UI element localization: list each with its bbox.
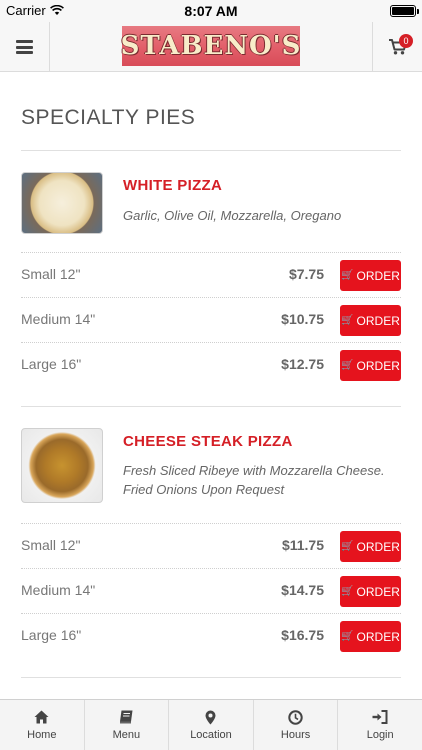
order-label: ORDER (356, 584, 400, 599)
size-price: $10.75 (281, 311, 324, 327)
size-label: Medium 14" (21, 311, 96, 327)
order-button[interactable]: 🛒 ORDER (340, 531, 401, 562)
order-label: ORDER (356, 539, 400, 554)
menu-button[interactable] (0, 22, 50, 72)
status-time: 8:07 AM (184, 3, 238, 19)
item-name: WHITE PIZZA (123, 177, 223, 194)
logo-text: STABENO'S (120, 31, 302, 61)
size-label: Small 12" (21, 537, 81, 553)
cart-icon: 🛒 (341, 360, 354, 371)
item-description: Fresh Sliced Ribeye with Mozzarella Chee… (123, 463, 385, 497)
order-label: ORDER (356, 358, 400, 373)
cart-icon: 🛒 (341, 315, 354, 326)
cheese-steak-pizza-photo[interactable] (21, 428, 103, 503)
cart-icon: 🛒 (341, 586, 354, 597)
size-row: Large 16" $12.75 🛒 ORDER (21, 342, 401, 387)
order-label: ORDER (356, 268, 400, 283)
cart-count-badge: 0 (399, 34, 413, 48)
tab-menu[interactable]: Menu (85, 700, 170, 750)
section-divider (21, 150, 401, 151)
tab-location[interactable]: Location (169, 700, 254, 750)
tab-label: Location (190, 728, 232, 741)
order-button[interactable]: 🛒 ORDER (340, 350, 401, 381)
tab-label: Menu (112, 728, 141, 741)
menu-content: SPECIALTY PIES WHITE PIZZA Garlic, Olive… (0, 73, 422, 699)
tab-label: Home (27, 728, 57, 741)
order-label: ORDER (356, 629, 400, 644)
size-label: Large 16" (21, 627, 82, 643)
item-description: Garlic, Olive Oil, Mozzarella, Oregano (123, 208, 342, 223)
status-bar: Carrier 8:07 AM (0, 0, 422, 22)
order-button[interactable]: 🛒 ORDER (340, 260, 401, 291)
restaurant-logo: STABENO'S (120, 26, 302, 66)
size-row: Small 12" $11.75 🛒 ORDER (21, 523, 401, 568)
size-row: Medium 14" $10.75 🛒 ORDER (21, 297, 401, 342)
size-label: Medium 14" (21, 582, 96, 598)
home-icon (34, 710, 49, 725)
map-pin-icon (205, 710, 216, 725)
tab-label: Hours (280, 728, 311, 741)
size-price: $12.75 (281, 356, 324, 372)
tab-label: Login (366, 728, 394, 741)
item-name: CHEESE STEAK PIZZA (123, 433, 293, 450)
order-button[interactable]: 🛒 ORDER (340, 576, 401, 607)
tab-home[interactable]: Home (0, 700, 85, 750)
cart-icon: 🛒 (341, 270, 354, 281)
app-header: STABENO'S 0 (0, 22, 422, 72)
item-divider (21, 677, 401, 678)
size-row: Large 16" $16.75 🛒 ORDER (21, 613, 401, 658)
hamburger-icon (16, 40, 33, 54)
login-icon (372, 710, 388, 725)
cart-icon: 🛒 (341, 541, 354, 552)
clock-icon (288, 709, 303, 725)
bottom-tab-bar: Home Menu Location Hours Login (0, 699, 422, 750)
cart-button[interactable]: 0 (372, 22, 422, 72)
item-divider (21, 406, 401, 407)
size-row: Small 12" $7.75 🛒 ORDER (21, 252, 401, 297)
order-button[interactable]: 🛒 ORDER (340, 305, 401, 336)
size-label: Large 16" (21, 356, 82, 372)
cart-icon: 🛒 (341, 631, 354, 642)
white-pizza-photo[interactable] (21, 172, 103, 234)
tab-hours[interactable]: Hours (254, 700, 339, 750)
size-label: Small 12" (21, 266, 81, 282)
size-price: $11.75 (281, 537, 324, 553)
battery-icon (390, 5, 419, 17)
book-icon (119, 710, 134, 725)
size-price: $7.75 (288, 266, 324, 282)
order-label: ORDER (356, 313, 400, 328)
size-row: Medium 14" $14.75 🛒 ORDER (21, 568, 401, 613)
tab-login[interactable]: Login (338, 700, 422, 750)
section-title: SPECIALTY PIES (21, 106, 196, 129)
order-button[interactable]: 🛒 ORDER (340, 621, 401, 652)
size-price: $16.75 (281, 627, 324, 643)
size-price: $14.75 (281, 582, 324, 598)
